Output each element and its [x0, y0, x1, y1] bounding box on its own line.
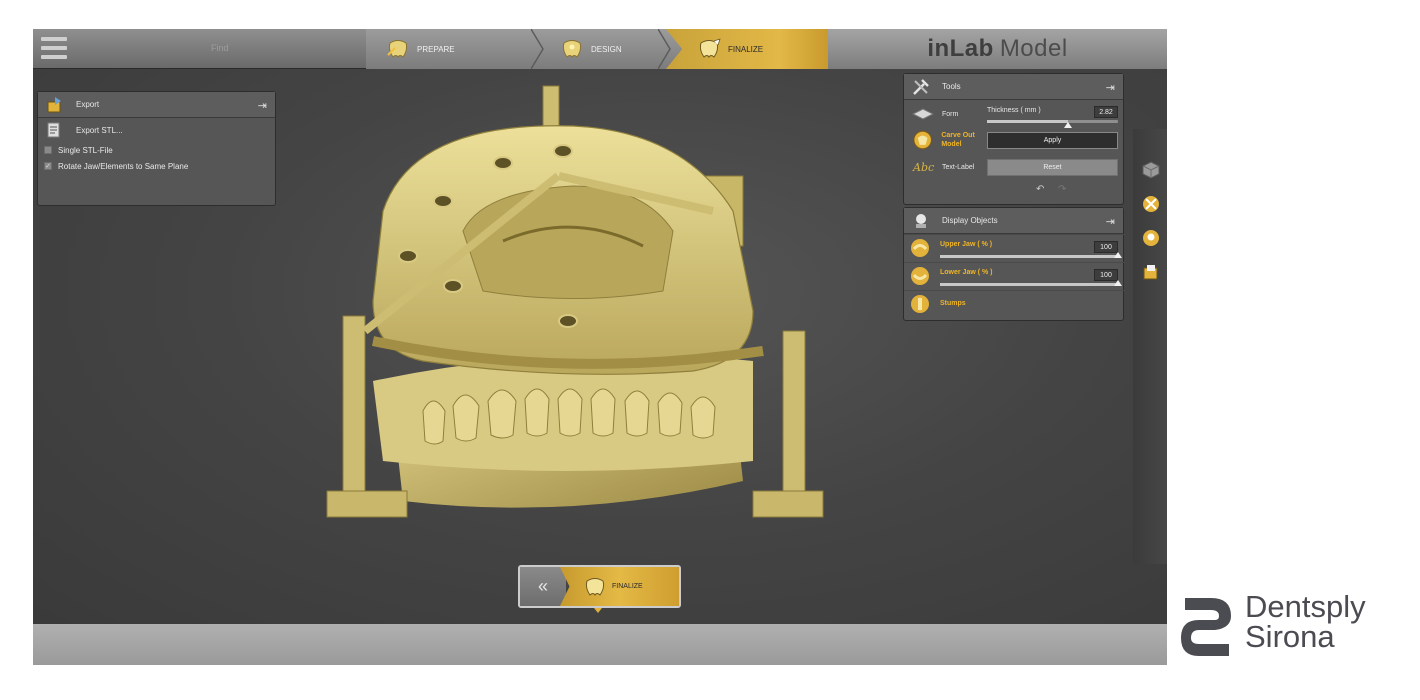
logo-line-2: Sirona [1245, 619, 1335, 654]
finalize-step-button[interactable]: FINALIZE [560, 567, 679, 606]
reset-button[interactable]: Reset [987, 159, 1118, 176]
thickness-label: Thickness ( mm ) [987, 107, 1041, 114]
display-objects-shortcut-icon[interactable] [1142, 229, 1160, 247]
step-prepare[interactable]: PREPARE [373, 29, 543, 69]
tools-panel: Tools ⇥ Form Carve Out Model Abc Text-La… [903, 73, 1124, 205]
stumps-row[interactable]: Stumps [904, 290, 1125, 316]
upper-jaw-icon [911, 239, 929, 257]
single-stl-checkbox[interactable] [44, 146, 52, 154]
display-panel-title: Display Objects [942, 216, 998, 225]
lower-jaw-label: Lower Jaw ( % ) [940, 269, 993, 276]
3d-viewport[interactable]: Export ⇥ Export STL... Single STL-File ✓… [33, 69, 1167, 624]
finalize-tooth-icon [699, 38, 721, 58]
upper-jaw-row[interactable]: Upper Jaw ( % ) 100 [904, 234, 1125, 260]
text-label-icon: Abc [912, 161, 934, 174]
prepare-tooth-icon [387, 40, 408, 58]
tool-carve-out[interactable]: Carve Out Model [904, 129, 984, 151]
redo-icon[interactable]: ↷ [1058, 184, 1066, 195]
export-icon [47, 96, 61, 112]
logo-line-1: Dentsply [1245, 589, 1366, 624]
upper-jaw-label: Upper Jaw ( % ) [940, 241, 993, 248]
lower-jaw-slider-thumb[interactable] [1114, 280, 1122, 286]
thickness-slider[interactable] [987, 120, 1118, 128]
upper-jaw-slider[interactable] [940, 255, 1118, 258]
tools-panel-title: Tools [942, 82, 961, 91]
option-single-stl[interactable]: Single STL-File [38, 142, 275, 158]
rotate-jaw-label: Rotate Jaw/Elements to Same Plane [58, 161, 189, 171]
export-panel: Export ⇥ Export STL... Single STL-File ✓… [37, 91, 276, 206]
tool-form-label: Form [942, 110, 959, 118]
option-rotate-jaw[interactable]: ✓ Rotate Jaw/Elements to Same Plane [38, 158, 275, 174]
app-window: Find PREPARE DESIGN FINALIZE inLab Model… [33, 29, 1167, 665]
step-separator [658, 29, 671, 69]
stumps-icon [911, 295, 929, 313]
undo-icon[interactable]: ↶ [1036, 184, 1044, 195]
tool-carve-out-label: Carve Out Model [941, 132, 975, 148]
active-step-marker [594, 608, 602, 613]
lower-jaw-row[interactable]: Lower Jaw ( % ) 100 [904, 262, 1125, 288]
export-shortcut-icon[interactable] [1142, 263, 1160, 281]
lower-jaw-icon [911, 267, 929, 285]
svg-text:Abc: Abc [912, 161, 934, 174]
design-tooth-icon [562, 40, 582, 58]
finalize-tooth-icon [585, 577, 605, 596]
top-bar: Find PREPARE DESIGN FINALIZE inLab Model [33, 29, 1167, 69]
tool-form[interactable]: Form [904, 103, 984, 125]
app-brand: inLab Model [828, 29, 1167, 69]
status-bar [33, 624, 1167, 665]
export-stl-label: Export STL... [76, 125, 123, 135]
tool-text-label[interactable]: Abc Text-Label [904, 156, 984, 178]
display-panel-header: Display Objects ⇥ [904, 208, 1123, 234]
tool-text-label-label: Text-Label [942, 163, 975, 171]
pin-icon[interactable]: ⇥ [258, 99, 267, 112]
apply-button[interactable]: Apply [987, 132, 1118, 149]
dentsply-sirona-mark-icon [1181, 598, 1231, 656]
view-cube-icon[interactable] [1142, 161, 1160, 179]
single-stl-label: Single STL-File [58, 145, 113, 155]
menu-icon[interactable] [41, 37, 67, 59]
display-objects-panel: Display Objects ⇥ Upper Jaw ( % ) 100 Lo… [903, 207, 1125, 321]
brand-light: Model [999, 35, 1068, 62]
stumps-label: Stumps [940, 300, 966, 307]
stl-file-icon [47, 122, 60, 138]
finalize-step-label: FINALIZE [612, 583, 643, 590]
logo-text: Dentsply Sirona [1245, 589, 1366, 654]
step-finalize-label: FINALIZE [728, 44, 764, 54]
tools-shortcut-icon[interactable] [1142, 195, 1160, 213]
right-toolbar [1133, 129, 1167, 564]
find-label: Find [211, 43, 229, 53]
thickness-value[interactable]: 2.82 [1094, 106, 1118, 118]
dentsply-sirona-logo: Dentsply Sirona [1181, 589, 1411, 662]
step-design-label: DESIGN [591, 44, 622, 54]
dental-model-3d[interactable] [313, 81, 853, 551]
rotate-jaw-checkbox[interactable]: ✓ [44, 162, 52, 170]
export-panel-title: Export [76, 100, 100, 109]
thickness-slider-thumb[interactable] [1064, 122, 1072, 128]
pin-icon[interactable]: ⇥ [1106, 81, 1115, 94]
carve-out-icon [913, 130, 932, 150]
export-stl-item[interactable]: Export STL... [38, 118, 275, 142]
tools-panel-header: Tools ⇥ [904, 74, 1123, 100]
back-button[interactable]: « [520, 567, 566, 606]
upper-jaw-slider-thumb[interactable] [1114, 252, 1122, 258]
export-panel-header: Export ⇥ [38, 92, 275, 118]
display-objects-icon [916, 213, 926, 228]
brand-bold: inLab [927, 35, 994, 62]
pin-icon[interactable]: ⇥ [1106, 215, 1115, 228]
tools-icon [913, 78, 929, 95]
form-icon [912, 108, 934, 120]
step-separator [531, 29, 544, 69]
step-prepare-label: PREPARE [417, 44, 455, 54]
bottom-step-nav: « FINALIZE [518, 565, 681, 608]
step-finalize[interactable]: FINALIZE [666, 29, 828, 69]
lower-jaw-slider[interactable] [940, 283, 1118, 286]
